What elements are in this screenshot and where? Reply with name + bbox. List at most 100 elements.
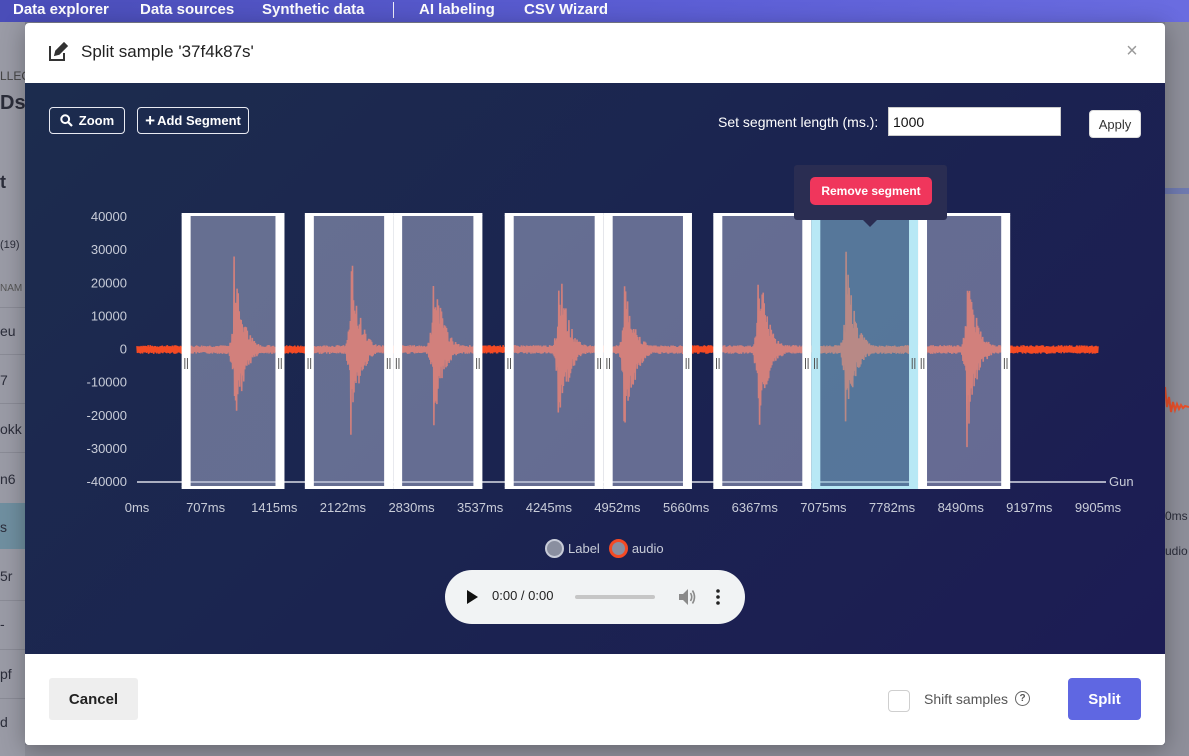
y-tick-label: -40000 bbox=[87, 474, 127, 489]
bg-divider bbox=[0, 452, 25, 453]
segment-area bbox=[185, 213, 281, 489]
split-sample-dialog: Split sample '37f4k87s' × Zoom + Add Seg… bbox=[25, 23, 1165, 745]
segment-top-border bbox=[181, 213, 285, 216]
segment-right-handle bbox=[275, 213, 285, 489]
segment-bottom-border bbox=[304, 486, 394, 489]
bg-row-text: pf bbox=[0, 666, 12, 682]
bg-row-text: okk bbox=[0, 421, 22, 437]
play-icon[interactable] bbox=[467, 590, 478, 604]
segment-7[interactable] bbox=[811, 213, 919, 489]
legend-label-text[interactable]: Label bbox=[568, 541, 600, 556]
segment-1[interactable] bbox=[181, 213, 285, 489]
bg-text-collection: LLEC bbox=[0, 69, 25, 83]
bg-text-time: 0ms bbox=[1165, 509, 1188, 523]
segment-area bbox=[717, 213, 808, 489]
x-tick-label: 1415ms bbox=[251, 500, 298, 515]
segment-top-border bbox=[603, 213, 692, 216]
dialog-footer: Cancel Shift samples ? Split bbox=[25, 654, 1165, 745]
x-tick-label: 707ms bbox=[186, 500, 226, 515]
nav-data-sources[interactable]: Data sources bbox=[140, 1, 234, 18]
segment-right-handle bbox=[802, 213, 812, 489]
tooltip-arrow bbox=[863, 220, 877, 227]
audio-progress-bar[interactable] bbox=[575, 595, 655, 599]
bg-row-text: 5r bbox=[0, 568, 13, 584]
segment-area bbox=[922, 213, 1007, 489]
dialog-title: Split sample '37f4k87s' bbox=[81, 42, 254, 61]
segment-bottom-border bbox=[918, 486, 1011, 489]
bg-divider bbox=[0, 600, 25, 601]
audio-time: 0:00 / 0:00 bbox=[492, 588, 554, 603]
dialog-body: Zoom + Add Segment Set segment length (m… bbox=[25, 83, 1165, 654]
background-bottom bbox=[25, 745, 1165, 756]
segment-area bbox=[815, 213, 915, 489]
y-tick-label: 0 bbox=[120, 342, 127, 357]
x-tick-label: 8490ms bbox=[938, 500, 985, 515]
bg-text-section: t bbox=[0, 172, 6, 192]
x-tick-label: 9197ms bbox=[1006, 500, 1053, 515]
bg-text-heading: Ds bbox=[0, 92, 25, 114]
more-options-icon[interactable] bbox=[713, 587, 723, 607]
nav-ai-labeling[interactable]: AI labeling bbox=[419, 1, 495, 18]
x-axis-end-label: Gun bbox=[1109, 474, 1134, 489]
segment-left-handle bbox=[304, 213, 314, 489]
nav-csv-wizard[interactable]: CSV Wizard bbox=[524, 1, 608, 18]
bg-text-audio: udio bbox=[1165, 544, 1188, 558]
nav-separator bbox=[393, 2, 394, 18]
y-tick-label: 10000 bbox=[91, 308, 127, 323]
help-icon[interactable]: ? bbox=[1015, 691, 1030, 706]
x-tick-label: 5660ms bbox=[663, 500, 710, 515]
segment-top-border bbox=[304, 213, 394, 216]
y-tick-label: 30000 bbox=[91, 242, 127, 257]
x-tick-label: 9905ms bbox=[1075, 500, 1122, 515]
segment-right-handle bbox=[384, 213, 394, 489]
segment-3[interactable] bbox=[393, 213, 483, 489]
segment-top-border bbox=[393, 213, 483, 216]
audio-player: 0:00 / 0:00 bbox=[445, 570, 745, 624]
legend-label-marker[interactable] bbox=[545, 538, 564, 558]
x-tick-label: 4952ms bbox=[594, 500, 641, 515]
bg-divider bbox=[0, 649, 25, 650]
top-navigation: Data explorer Data sources Synthetic dat… bbox=[0, 0, 1189, 22]
segment-5[interactable] bbox=[603, 213, 692, 489]
nav-data-explorer[interactable]: Data explorer bbox=[13, 1, 109, 18]
bg-text-count: (19) bbox=[0, 239, 20, 251]
legend-audio-text[interactable]: audio bbox=[632, 541, 664, 556]
segment-left-handle bbox=[603, 213, 613, 489]
shift-samples-checkbox[interactable] bbox=[888, 690, 910, 712]
bg-row-text: eu bbox=[0, 323, 16, 339]
segment-bottom-border bbox=[181, 486, 285, 489]
segment-4[interactable] bbox=[504, 213, 604, 489]
segment-2[interactable] bbox=[304, 213, 394, 489]
volume-icon[interactable] bbox=[678, 587, 696, 607]
shift-samples-label[interactable]: Shift samples bbox=[924, 691, 1008, 707]
bg-row-text: n6 bbox=[0, 471, 16, 487]
segment-left-handle bbox=[393, 213, 403, 489]
segment-area bbox=[308, 213, 390, 489]
x-tick-label: 3537ms bbox=[457, 500, 504, 515]
split-button[interactable]: Split bbox=[1068, 678, 1141, 720]
cancel-button[interactable]: Cancel bbox=[49, 678, 138, 720]
close-icon[interactable]: × bbox=[1123, 40, 1141, 62]
segment-6[interactable] bbox=[713, 213, 812, 489]
bg-divider bbox=[0, 403, 25, 404]
y-tick-label: -30000 bbox=[87, 441, 127, 456]
segment-left-handle bbox=[918, 213, 928, 489]
segment-right-handle bbox=[682, 213, 692, 489]
segment-8[interactable] bbox=[918, 213, 1011, 489]
legend-audio-marker[interactable] bbox=[608, 538, 628, 558]
segment-left-handle bbox=[811, 213, 821, 489]
bg-waveform-fragment bbox=[1165, 386, 1189, 414]
segment-bottom-border bbox=[393, 486, 483, 489]
segment-bottom-border bbox=[504, 486, 604, 489]
dialog-header: Split sample '37f4k87s' × bbox=[25, 23, 1165, 83]
segment-left-handle bbox=[713, 213, 723, 489]
nav-synthetic-data[interactable]: Synthetic data bbox=[262, 1, 365, 18]
x-tick-label: 7782ms bbox=[869, 500, 916, 515]
segment-bottom-border bbox=[713, 486, 812, 489]
y-tick-label: 40000 bbox=[91, 209, 127, 224]
bg-divider bbox=[0, 354, 25, 355]
segment-right-handle bbox=[909, 213, 919, 489]
edit-icon bbox=[49, 41, 69, 61]
segment-left-handle bbox=[504, 213, 514, 489]
remove-segment-button[interactable]: Remove segment bbox=[810, 177, 932, 205]
